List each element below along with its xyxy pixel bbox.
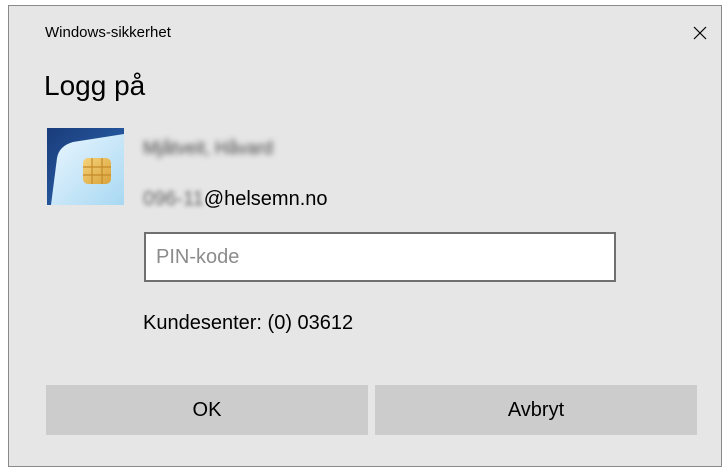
support-phone: Kundesenter: (0) 03612 — [143, 312, 354, 334]
title-bar: Windows-sikkerhet — [9, 6, 721, 60]
ok-button[interactable]: OK — [46, 385, 368, 435]
email-prefix: 096-11 — [143, 188, 204, 210]
cancel-button[interactable]: Avbryt — [375, 385, 697, 435]
close-icon — [693, 26, 707, 40]
user-email: 096-11@helsemn.no — [143, 188, 328, 211]
user-name: Mjåtveit, Håvard — [143, 138, 274, 158]
dialog-heading: Logg på — [44, 70, 146, 101]
pin-input[interactable] — [144, 232, 616, 282]
email-domain: @helsemn.no — [203, 188, 328, 210]
window-title: Windows-sikkerhet — [45, 24, 171, 41]
close-button[interactable] — [685, 18, 715, 48]
windows-security-dialog: Windows-sikkerhet Logg på Mjåtveit, Håva… — [8, 5, 722, 467]
smartcard-icon — [47, 128, 124, 205]
